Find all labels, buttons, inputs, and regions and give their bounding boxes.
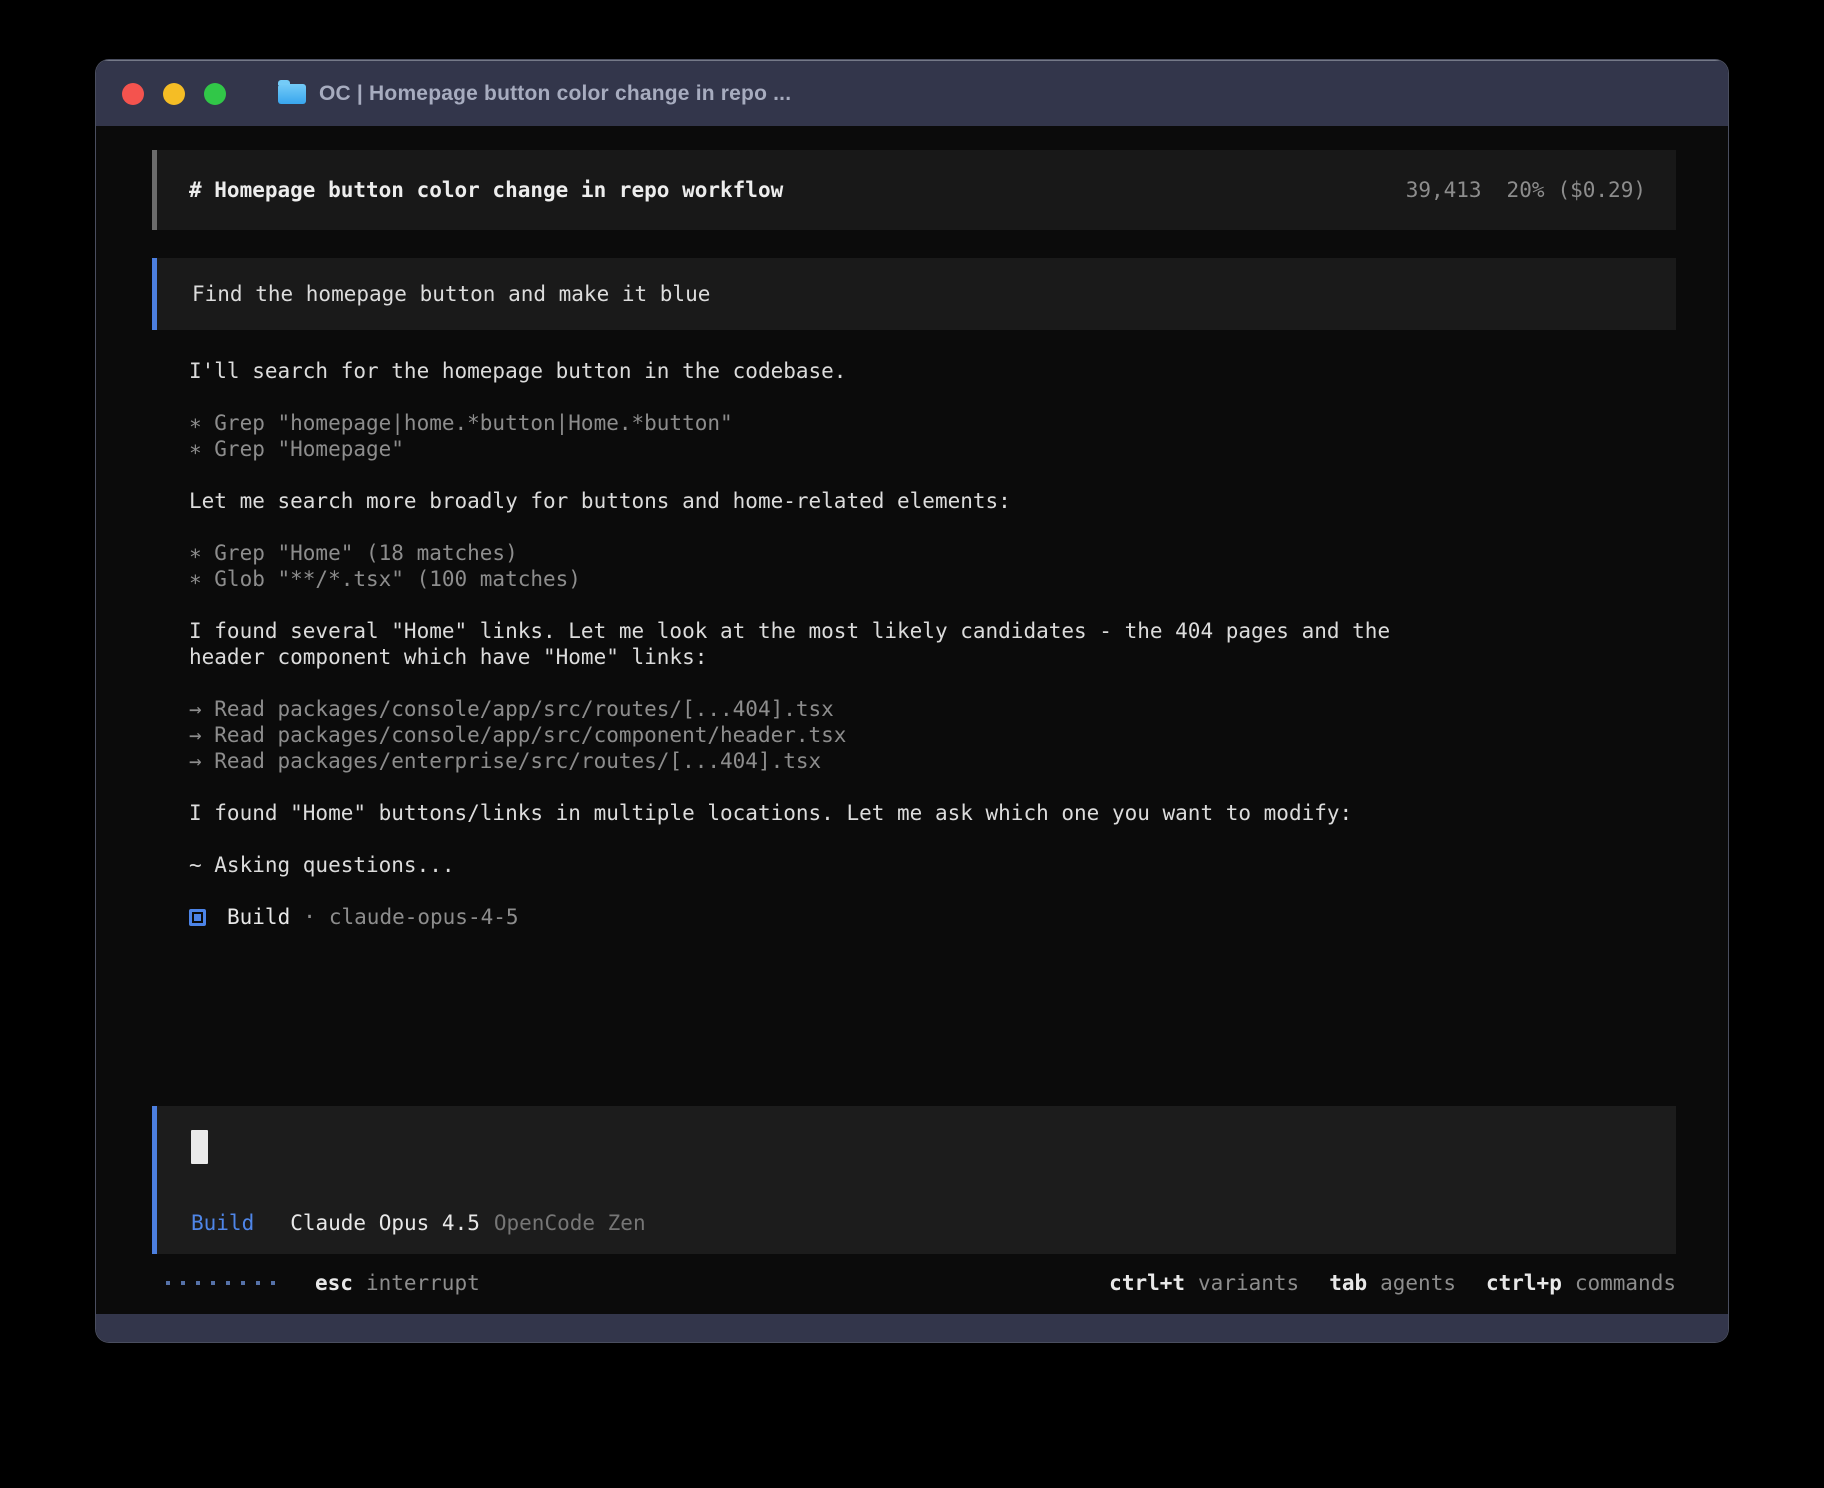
agent-name: Build: [227, 904, 290, 930]
titlebar[interactable]: OC | Homepage button color change in rep…: [96, 60, 1728, 126]
transcript-line: ∗ Grep "Homepage": [189, 436, 1676, 462]
transcript-gap: [189, 514, 1676, 540]
transcript-line: ∗ Grep "homepage|home.*button|Home.*butt…: [189, 410, 1676, 436]
minimize-button[interactable]: [163, 83, 185, 105]
transcript-line: I found "Home" buttons/links in multiple…: [189, 800, 1676, 826]
window-bottom-bar: [96, 1314, 1728, 1342]
context-percent: 20%: [1507, 177, 1545, 203]
session-title: # Homepage button color change in repo w…: [189, 177, 783, 203]
statusbar-right: ctrl+t variants tab agents ctrl+p commands: [1109, 1270, 1676, 1296]
hint-label: variants: [1198, 1270, 1299, 1296]
hint-key: ctrl+p: [1486, 1270, 1562, 1296]
spinner-dots: [166, 1281, 275, 1285]
user-message: Find the homepage button and make it blu…: [152, 258, 1676, 330]
transcript-line: header component which have "Home" links…: [189, 644, 1676, 670]
transcript-line: → Read packages/enterprise/src/routes/[.…: [189, 748, 1676, 774]
transcript-line: ∗ Glob "**/*.tsx" (100 matches): [189, 566, 1676, 592]
transcript-gap: [189, 462, 1676, 488]
hint-label: commands: [1575, 1270, 1676, 1296]
transcript-line: I'll search for the homepage button in t…: [189, 358, 1676, 384]
hint-label: agents: [1380, 1270, 1456, 1296]
hint-key: tab: [1329, 1270, 1367, 1296]
transcript-line: → Read packages/console/app/src/routes/[…: [189, 696, 1676, 722]
transcript: I'll search for the homepage button in t…: [152, 358, 1676, 878]
transcript-gap: [189, 592, 1676, 618]
hint-variants: ctrl+t variants: [1109, 1270, 1299, 1296]
hint-agents: tab agents: [1329, 1270, 1456, 1296]
transcript-line: ~ Asking questions...: [189, 852, 1676, 878]
traffic-lights: [122, 83, 226, 105]
agent-model: claude-opus-4-5: [329, 904, 519, 930]
statusbar-left: esc interrupt: [152, 1270, 480, 1296]
hint-interrupt: esc interrupt: [315, 1270, 480, 1296]
transcript-gap: [189, 826, 1676, 852]
input-provider-label: OpenCode Zen: [494, 1210, 646, 1236]
agent-status: Build · claude-opus-4-5: [152, 904, 1676, 930]
transcript-line: → Read packages/console/app/src/componen…: [189, 722, 1676, 748]
input-model-label: Claude Opus 4.5: [290, 1210, 480, 1236]
zoom-button[interactable]: [204, 83, 226, 105]
statusbar: esc interrupt ctrl+tvariantstabagentsctr…: [152, 1266, 1676, 1300]
hint-key: esc: [315, 1270, 353, 1296]
close-button[interactable]: [122, 83, 144, 105]
hint-label: interrupt: [366, 1270, 480, 1296]
transcript-gap: [189, 774, 1676, 800]
transcript-line: ∗ Grep "Home" (18 matches): [189, 540, 1676, 566]
transcript-line: Let me search more broadly for buttons a…: [189, 488, 1676, 514]
hint-commands: ctrl+p commands: [1486, 1270, 1676, 1296]
terminal-content: # Homepage button color change in repo w…: [96, 126, 1728, 1314]
session-stats: 39,413 20% ($0.29): [1406, 177, 1646, 203]
input-meta: Build Claude Opus 4.5 OpenCode Zen: [191, 1210, 1646, 1236]
session-header: # Homepage button color change in repo w…: [152, 150, 1676, 230]
build-mode-icon: [189, 909, 206, 926]
folder-icon: [278, 84, 306, 104]
transcript-gap: [189, 670, 1676, 696]
terminal-window: OC | Homepage button color change in rep…: [96, 60, 1728, 1342]
token-count: 39,413: [1406, 177, 1482, 203]
text-cursor: [191, 1130, 208, 1164]
hint-key: ctrl+t: [1109, 1270, 1185, 1296]
transcript-line: I found several "Home" links. Let me loo…: [189, 618, 1676, 644]
window-title: OC | Homepage button color change in rep…: [319, 82, 791, 106]
prompt-input[interactable]: Build Claude Opus 4.5 OpenCode Zen: [152, 1106, 1676, 1254]
transcript-gap: [189, 384, 1676, 410]
input-mode-label: Build: [191, 1210, 254, 1236]
session-cost: ($0.29): [1557, 177, 1646, 203]
agent-separator: ·: [303, 904, 316, 930]
